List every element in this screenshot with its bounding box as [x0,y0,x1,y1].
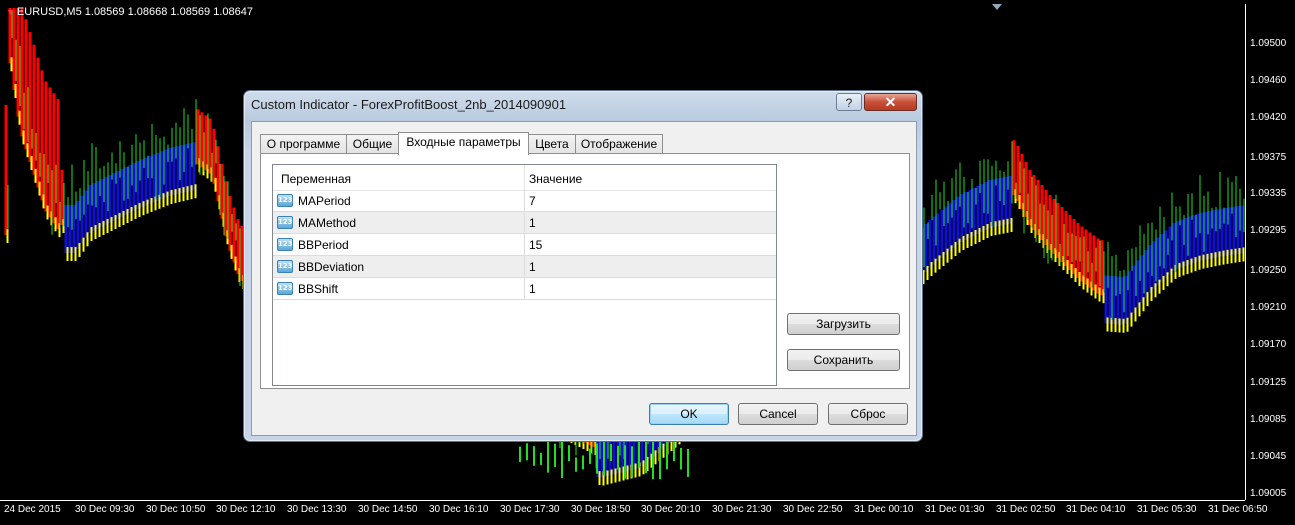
column-header-value[interactable]: Значение [529,172,582,186]
list-item[interactable]: 123 BBPeriod 15 [273,234,776,256]
time-label: 30 Dec 10:50 [146,504,206,515]
price-label: 1.09210 [1250,302,1287,313]
param-value[interactable]: 15 [529,238,542,252]
price-label: 1.09460 [1250,75,1287,86]
price-label: 1.09125 [1250,377,1287,388]
price-label: 1.09375 [1250,152,1287,163]
price-label: 1.09045 [1250,451,1287,462]
cell-divider [524,256,525,278]
price-label: 1.09170 [1250,339,1287,350]
integer-type-icon: 123 [277,194,293,207]
integer-type-icon: 123 [277,238,293,251]
time-label: 31 Dec 01:30 [925,504,985,515]
time-label: 31 Dec 04:10 [1066,504,1126,515]
time-label: 30 Dec 22:50 [783,504,843,515]
param-value[interactable]: 1 [529,282,536,296]
time-label: 30 Dec 13:30 [287,504,347,515]
cell-divider [524,212,525,234]
param-name: MAPeriod [298,194,351,208]
integer-type-icon: 123 [277,216,293,229]
time-label: 30 Dec 16:10 [429,504,489,515]
cell-divider [524,234,525,256]
tab-colors[interactable]: Цвета [528,134,576,154]
symbol-info: ▼ EURUSD,M5 1.08569 1.08668 1.08569 1.086… [6,6,253,18]
parameters-list[interactable]: Переменная Значение 123 MAPeriod 7 123 M… [272,164,777,386]
ok-button[interactable]: OK [649,403,729,425]
param-name: BBPeriod [298,238,349,252]
price-label: 1.09420 [1250,112,1287,123]
time-label: 31 Dec 00:10 [854,504,914,515]
time-label: 31 Dec 06:50 [1208,504,1268,515]
cancel-button[interactable]: Cancel [738,403,818,425]
list-item[interactable]: 123 BBShift 1 [273,278,776,300]
column-divider[interactable] [524,165,525,190]
close-button[interactable]: ✕ [864,93,917,111]
integer-type-icon: 123 [277,260,293,273]
param-name: BBShift [298,282,339,296]
symbol-quote-text: EURUSD,M5 1.08569 1.08668 1.08569 1.0864… [16,6,253,18]
tab-about[interactable]: О программе [260,134,347,154]
close-icon: ✕ [884,94,897,110]
chart-shift-marker[interactable] [992,4,1002,10]
param-name: BBDeviation [298,260,365,274]
time-label: 30 Dec 12:10 [216,504,276,515]
price-label: 1.09005 [1250,488,1287,499]
cell-divider [524,190,525,212]
price-label: 1.09335 [1250,188,1287,199]
param-value[interactable]: 1 [529,216,536,230]
custom-indicator-dialog: Custom Indicator - ForexProfitBoost_2nb_… [243,90,923,442]
help-button[interactable]: ? [836,93,862,111]
param-name: MAMethod [298,216,357,230]
time-label: 30 Dec 20:10 [641,504,701,515]
time-label: 31 Dec 02:50 [996,504,1056,515]
time-label: 30 Dec 14:50 [358,504,418,515]
tab-inputs[interactable]: Входные параметры [398,132,529,155]
inputs-tab-panel: Переменная Значение 123 MAPeriod 7 123 M… [260,153,910,389]
time-label: 30 Dec 17:30 [500,504,560,515]
price-label: 1.09250 [1250,265,1287,276]
tab-visualization[interactable]: Отображение [575,134,663,154]
save-button[interactable]: Сохранить [787,349,900,371]
time-label: 30 Dec 18:50 [571,504,631,515]
time-label: 24 Dec 2015 [4,504,61,515]
column-header-variable[interactable]: Переменная [281,172,351,186]
question-icon: ? [845,96,853,110]
dialog-title: Custom Indicator - ForexProfitBoost_2nb_… [251,97,567,112]
price-label: 1.09500 [1250,38,1287,49]
cell-divider [524,278,525,300]
time-label: 30 Dec 09:30 [75,504,135,515]
list-item[interactable]: 123 BBDeviation 1 [273,256,776,278]
list-item[interactable]: 123 MAMethod 1 [273,212,776,234]
param-value[interactable]: 7 [529,194,536,208]
triangle-down-icon: ▼ [6,7,15,17]
reset-button[interactable]: Сброс [828,403,908,425]
load-button[interactable]: Загрузить [787,313,900,335]
time-label: 31 Dec 05:30 [1137,504,1197,515]
integer-type-icon: 123 [277,282,293,295]
price-label: 1.09085 [1250,414,1287,425]
time-label: 30 Dec 21:30 [712,504,772,515]
tab-common[interactable]: Общие [346,134,399,154]
price-label: 1.09295 [1250,225,1287,236]
list-header: Переменная Значение [273,165,776,191]
param-value[interactable]: 1 [529,260,536,274]
list-item[interactable]: 123 MAPeriod 7 [273,190,776,212]
dialog-client-area: О программе Общие Входные параметры Цвет… [251,121,917,436]
